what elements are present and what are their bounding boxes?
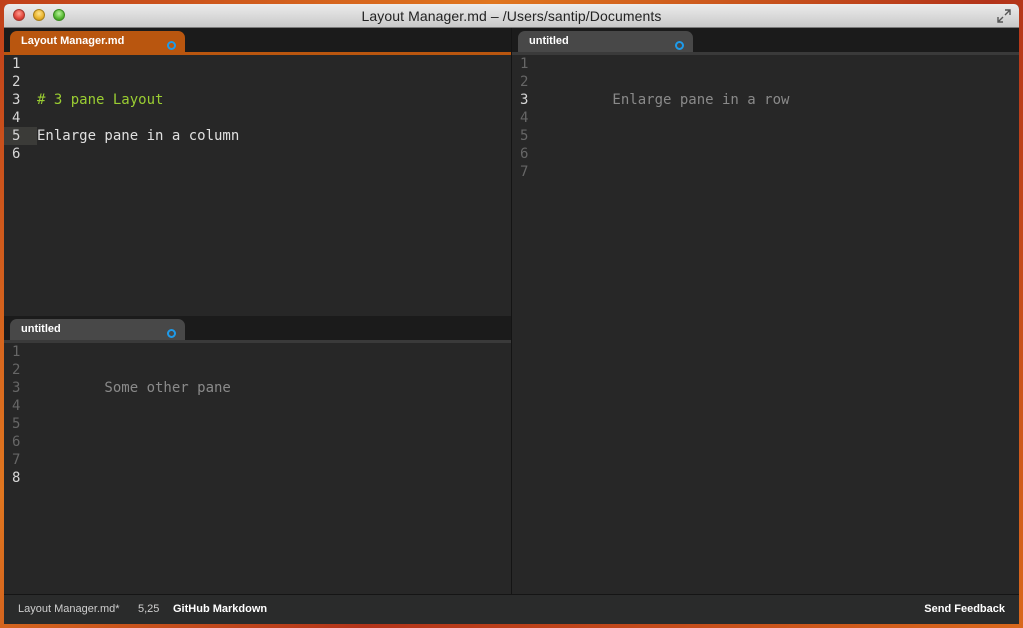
line-number: 2 xyxy=(520,74,529,90)
editor-line: 5 xyxy=(4,415,511,433)
line-number: 6 xyxy=(12,146,21,162)
editor-line: 2 xyxy=(512,73,1019,91)
tab-strip: Layout Manager.md xyxy=(4,28,511,55)
unsaved-dot-icon[interactable] xyxy=(167,41,176,50)
line-number: 4 xyxy=(520,110,529,126)
editor-line: 3 # 3 pane Layout xyxy=(4,91,511,109)
line-number: 7 xyxy=(12,452,21,468)
tab-untitled[interactable]: untitled xyxy=(518,31,693,52)
editor-line: 8 xyxy=(4,469,511,487)
pane-bottom-left[interactable]: untitled 1 2 3 Some other pane 4 5 6 7 8 xyxy=(4,316,511,594)
editor-line: 2 xyxy=(4,73,511,91)
unsaved-dot-icon[interactable] xyxy=(167,329,176,338)
editor-line: 1 xyxy=(4,55,511,73)
editor-line: 1 xyxy=(512,55,1019,73)
tab-layout-manager[interactable]: Layout Manager.md xyxy=(10,31,185,52)
editor-line: 4 xyxy=(4,397,511,415)
fullscreen-icon[interactable] xyxy=(997,9,1011,23)
line-number: 4 xyxy=(12,398,21,414)
line-number: 1 xyxy=(520,56,529,72)
line-number: 2 xyxy=(12,74,21,90)
editor-line: 3 Some other pane xyxy=(4,379,511,397)
editor-line: 2 xyxy=(4,361,511,379)
line-text: # 3 pane Layout xyxy=(37,92,164,108)
editor-line: 4 xyxy=(4,109,511,127)
line-number: 3 xyxy=(12,92,21,108)
editor-line: 6 xyxy=(512,145,1019,163)
line-number: 6 xyxy=(520,146,529,162)
line-number: 8 xyxy=(12,470,21,486)
line-number: 4 xyxy=(12,110,21,126)
status-file-name: Layout Manager.md* xyxy=(18,603,120,615)
editor-line: 7 xyxy=(512,163,1019,181)
line-number: 6 xyxy=(12,434,21,450)
line-number: 5 xyxy=(520,128,529,144)
line-number: 1 xyxy=(12,344,21,360)
status-bar: Layout Manager.md* 5,25 GitHub Markdown … xyxy=(4,594,1019,624)
tab-strip: untitled xyxy=(4,316,511,343)
line-text: Some other pane xyxy=(37,380,231,396)
editor-line: 6 xyxy=(4,433,511,451)
editor-line: 7 xyxy=(4,451,511,469)
code-editor[interactable]: 1 2 3 # 3 pane Layout 4 5 Enlarge pane i… xyxy=(4,55,511,316)
pane-right[interactable]: untitled 1 2 3 Enlarge pane in a row 4 5… xyxy=(512,28,1019,594)
line-number: 3 xyxy=(520,92,529,108)
editor-line-current: 5 Enlarge pane in a column xyxy=(4,127,511,145)
editor-line: 4 xyxy=(512,109,1019,127)
editor-line: 3 Enlarge pane in a row xyxy=(512,91,1019,109)
line-number: 2 xyxy=(12,362,21,378)
code-editor[interactable]: 1 2 3 Some other pane 4 5 6 7 8 xyxy=(4,343,511,594)
send-feedback-link[interactable]: Send Feedback xyxy=(924,603,1005,615)
pane-top-left[interactable]: Layout Manager.md 1 2 3 # 3 pane Layout … xyxy=(4,28,511,316)
line-number: 3 xyxy=(12,380,21,396)
line-number: 5 xyxy=(12,416,21,432)
tab-label: Layout Manager.md xyxy=(21,35,125,47)
status-cursor-position[interactable]: 5,25 xyxy=(138,603,159,615)
line-number: 7 xyxy=(520,164,529,180)
line-text: Enlarge pane in a column xyxy=(37,128,240,144)
window-title: Layout Manager.md – /Users/santip/Docume… xyxy=(361,8,662,24)
line-text: Enlarge pane in a row xyxy=(545,92,790,108)
syntax-selector[interactable]: GitHub Markdown xyxy=(173,603,267,615)
line-number: 5 xyxy=(12,128,21,144)
line-number: 1 xyxy=(12,56,21,72)
tab-untitled[interactable]: untitled xyxy=(10,319,185,340)
code-editor[interactable]: 1 2 3 Enlarge pane in a row 4 5 6 7 xyxy=(512,55,1019,594)
unsaved-dot-icon[interactable] xyxy=(675,41,684,50)
editor-line: 5 xyxy=(512,127,1019,145)
editor-line: 6 xyxy=(4,145,511,163)
title-bar[interactable]: Layout Manager.md – /Users/santip/Docume… xyxy=(4,4,1019,28)
tab-label: untitled xyxy=(21,323,61,335)
editor-line: 1 xyxy=(4,343,511,361)
tab-strip: untitled xyxy=(512,28,1019,55)
editor-window: Layout Manager.md – /Users/santip/Docume… xyxy=(4,4,1019,624)
tab-label: untitled xyxy=(529,35,569,47)
